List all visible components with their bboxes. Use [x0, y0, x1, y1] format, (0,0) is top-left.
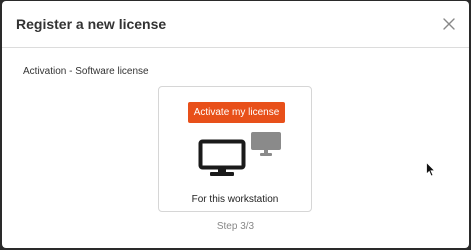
dialog-header: Register a new license: [2, 1, 469, 48]
monitor-icon: [198, 139, 246, 177]
option-label: For this workstation: [191, 194, 279, 205]
close-icon[interactable]: [441, 16, 457, 32]
step-indicator: Step 3/3: [216, 221, 255, 232]
register-license-dialog: Register a new license Activation - Soft…: [2, 1, 469, 248]
mouse-cursor-icon: [426, 161, 436, 177]
section-subtitle: Activation - Software license: [23, 66, 149, 77]
workstation-option-card[interactable]: Activate my license For this workstation: [158, 86, 312, 212]
activate-license-button[interactable]: Activate my license: [188, 102, 285, 123]
dialog-title: Register a new license: [16, 16, 167, 32]
small-monitor-icon: [251, 132, 281, 157]
